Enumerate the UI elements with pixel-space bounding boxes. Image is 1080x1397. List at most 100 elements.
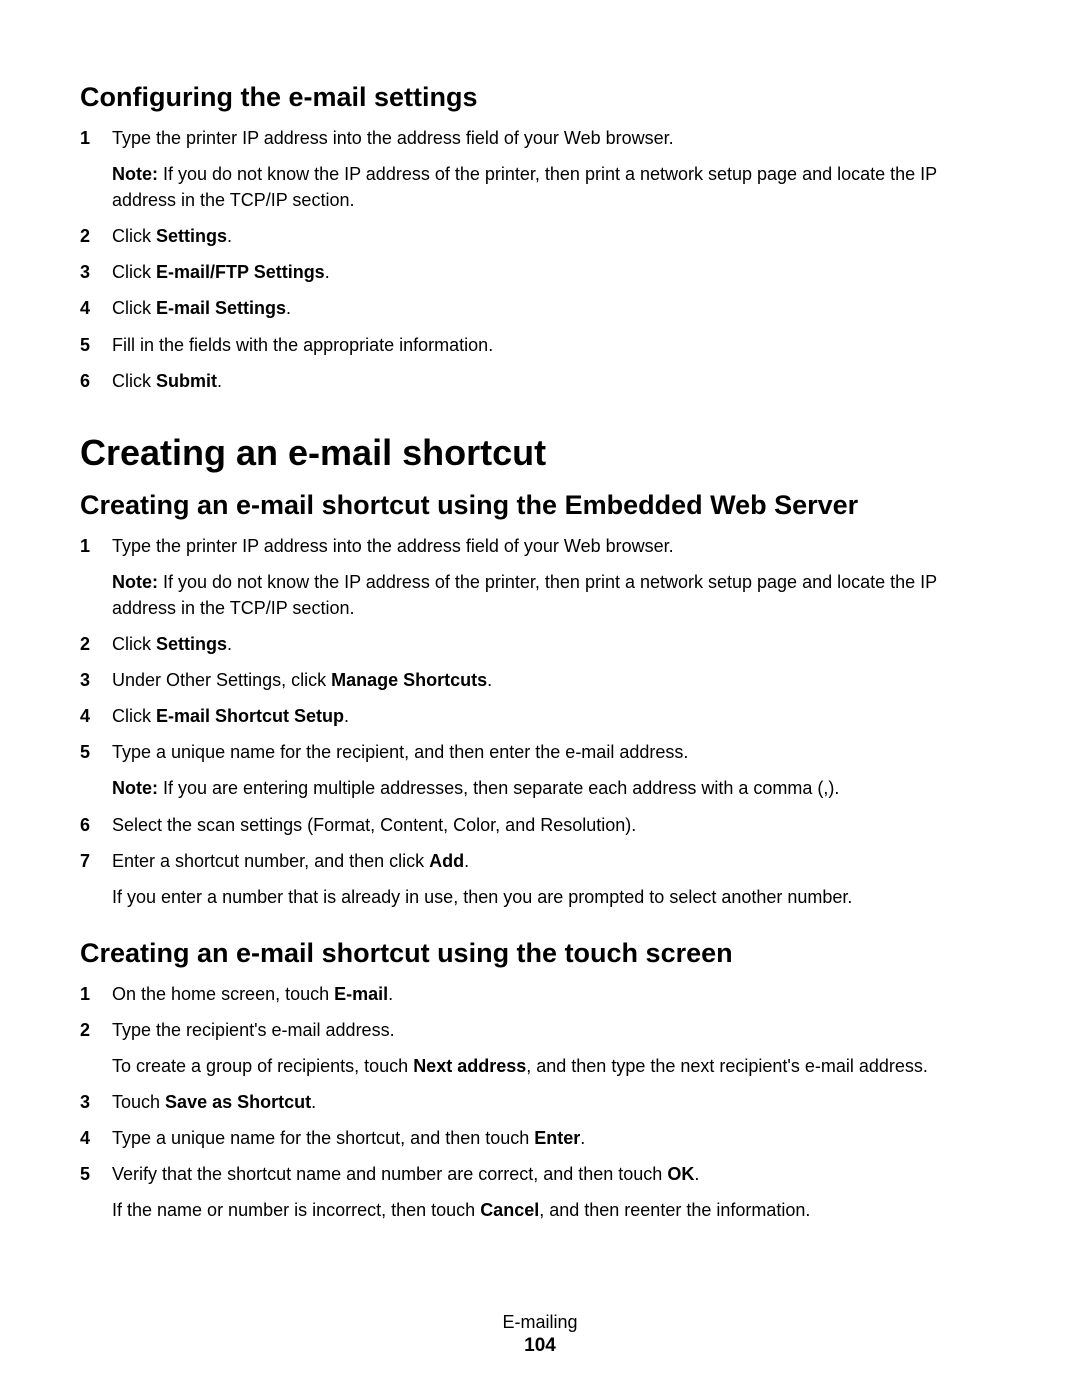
list-item: 3 Click E-mail/FTP Settings. bbox=[80, 259, 1000, 285]
list-item: 2 Click Settings. bbox=[80, 631, 1000, 657]
step-text-prefix: Touch bbox=[112, 1092, 165, 1112]
period: . bbox=[227, 226, 232, 246]
period: . bbox=[311, 1092, 316, 1112]
period: . bbox=[286, 298, 291, 318]
ui-ref: E-mail Shortcut Setup bbox=[156, 706, 344, 726]
ui-ref: E-mail bbox=[334, 984, 388, 1004]
step-text-prefix: Under Other Settings, click bbox=[112, 670, 331, 690]
steps-configuring: 1 Type the printer IP address into the a… bbox=[80, 125, 1000, 394]
note-block: Note: If you are entering multiple addre… bbox=[112, 775, 1000, 801]
list-item: 5 Type a unique name for the recipient, … bbox=[80, 739, 1000, 801]
note-block: Note: If you do not know the IP address … bbox=[112, 161, 1000, 213]
heading-creating-web: Creating an e-mail shortcut using the Em… bbox=[80, 490, 1000, 521]
step-text-prefix: Enter a shortcut number, and then click bbox=[112, 851, 429, 871]
step-number: 1 bbox=[80, 125, 104, 151]
step-text: Type the printer IP address into the add… bbox=[112, 536, 674, 556]
footer-section-title: E-mailing bbox=[0, 1312, 1080, 1333]
step-text-prefix: Verify that the shortcut name and number… bbox=[112, 1164, 667, 1184]
note-label: Note: bbox=[112, 778, 158, 798]
period: . bbox=[227, 634, 232, 654]
ui-ref: Settings bbox=[156, 226, 227, 246]
step-text: Type the printer IP address into the add… bbox=[112, 128, 674, 148]
step-number: 6 bbox=[80, 368, 104, 394]
ui-ref: OK bbox=[667, 1164, 694, 1184]
list-item: 7 Enter a shortcut number, and then clic… bbox=[80, 848, 1000, 910]
step-subtext-post: , and then type the next recipient's e-m… bbox=[526, 1056, 928, 1076]
ui-ref: Manage Shortcuts bbox=[331, 670, 487, 690]
step-subtext-pre: To create a group of recipients, touch bbox=[112, 1056, 413, 1076]
step-number: 6 bbox=[80, 812, 104, 838]
list-item: 1 Type the printer IP address into the a… bbox=[80, 533, 1000, 621]
list-item: 5 Verify that the shortcut name and numb… bbox=[80, 1161, 1000, 1223]
list-item: 6 Select the scan settings (Format, Cont… bbox=[80, 812, 1000, 838]
step-text: Type the recipient's e-mail address. bbox=[112, 1020, 395, 1040]
list-item: 3 Under Other Settings, click Manage Sho… bbox=[80, 667, 1000, 693]
step-number: 4 bbox=[80, 703, 104, 729]
note-text: If you do not know the IP address of the… bbox=[112, 164, 937, 210]
document-page: Configuring the e-mail settings 1 Type t… bbox=[0, 0, 1080, 1397]
step-text-prefix: Click bbox=[112, 706, 156, 726]
steps-creating-web: 1 Type the printer IP address into the a… bbox=[80, 533, 1000, 910]
step-number: 2 bbox=[80, 223, 104, 249]
step-number: 2 bbox=[80, 1017, 104, 1043]
step-number: 5 bbox=[80, 739, 104, 765]
ui-ref: Save as Shortcut bbox=[165, 1092, 311, 1112]
step-subtext-post: , and then reenter the information. bbox=[539, 1200, 810, 1220]
list-item: 4 Click E-mail Shortcut Setup. bbox=[80, 703, 1000, 729]
step-number: 1 bbox=[80, 981, 104, 1007]
ui-ref: Next address bbox=[413, 1056, 526, 1076]
step-text-prefix: Click bbox=[112, 298, 156, 318]
ui-ref: E-mail Settings bbox=[156, 298, 286, 318]
ui-ref: Settings bbox=[156, 634, 227, 654]
step-number: 5 bbox=[80, 1161, 104, 1187]
note-text: If you do not know the IP address of the… bbox=[112, 572, 937, 618]
page-footer: E-mailing 104 bbox=[0, 1312, 1080, 1357]
step-subtext: If you enter a number that is already in… bbox=[112, 884, 1000, 910]
step-number: 4 bbox=[80, 1125, 104, 1151]
list-item: 4 Click E-mail Settings. bbox=[80, 295, 1000, 321]
note-text: If you are entering multiple addresses, … bbox=[158, 778, 839, 798]
step-number: 3 bbox=[80, 259, 104, 285]
step-number: 4 bbox=[80, 295, 104, 321]
step-text: Select the scan settings (Format, Conten… bbox=[112, 815, 636, 835]
ui-ref: Submit bbox=[156, 371, 217, 391]
step-number: 3 bbox=[80, 1089, 104, 1115]
note-label: Note: bbox=[112, 572, 158, 592]
heading-creating-touch: Creating an e-mail shortcut using the to… bbox=[80, 938, 1000, 969]
list-item: 4 Type a unique name for the shortcut, a… bbox=[80, 1125, 1000, 1151]
step-number: 2 bbox=[80, 631, 104, 657]
list-item: 2 Type the recipient's e-mail address. T… bbox=[80, 1017, 1000, 1079]
note-label: Note: bbox=[112, 164, 158, 184]
list-item: 1 Type the printer IP address into the a… bbox=[80, 125, 1000, 213]
step-text-prefix: Type a unique name for the shortcut, and… bbox=[112, 1128, 534, 1148]
period: . bbox=[344, 706, 349, 726]
list-item: 1 On the home screen, touch E-mail. bbox=[80, 981, 1000, 1007]
step-number: 7 bbox=[80, 848, 104, 874]
ui-ref: Enter bbox=[534, 1128, 580, 1148]
period: . bbox=[487, 670, 492, 690]
step-text-prefix: Click bbox=[112, 371, 156, 391]
heading-creating-main: Creating an e-mail shortcut bbox=[80, 432, 1000, 474]
heading-configuring: Configuring the e-mail settings bbox=[80, 82, 1000, 113]
period: . bbox=[464, 851, 469, 871]
step-text-prefix: On the home screen, touch bbox=[112, 984, 334, 1004]
period: . bbox=[388, 984, 393, 1004]
step-text-prefix: Click bbox=[112, 226, 156, 246]
step-text: Type a unique name for the recipient, an… bbox=[112, 742, 688, 762]
steps-creating-touch: 1 On the home screen, touch E-mail. 2 Ty… bbox=[80, 981, 1000, 1224]
ui-ref: E-mail/FTP Settings bbox=[156, 262, 325, 282]
ui-ref: Add bbox=[429, 851, 464, 871]
note-block: Note: If you do not know the IP address … bbox=[112, 569, 1000, 621]
step-text: Fill in the fields with the appropriate … bbox=[112, 335, 493, 355]
list-item: 5 Fill in the fields with the appropriat… bbox=[80, 332, 1000, 358]
period: . bbox=[217, 371, 222, 391]
step-subtext-pre: If the name or number is incorrect, then… bbox=[112, 1200, 480, 1220]
step-number: 3 bbox=[80, 667, 104, 693]
list-item: 3 Touch Save as Shortcut. bbox=[80, 1089, 1000, 1115]
ui-ref: Cancel bbox=[480, 1200, 539, 1220]
step-text-prefix: Click bbox=[112, 634, 156, 654]
step-number: 5 bbox=[80, 332, 104, 358]
list-item: 2 Click Settings. bbox=[80, 223, 1000, 249]
footer-page-number: 104 bbox=[0, 1335, 1080, 1357]
step-number: 1 bbox=[80, 533, 104, 559]
